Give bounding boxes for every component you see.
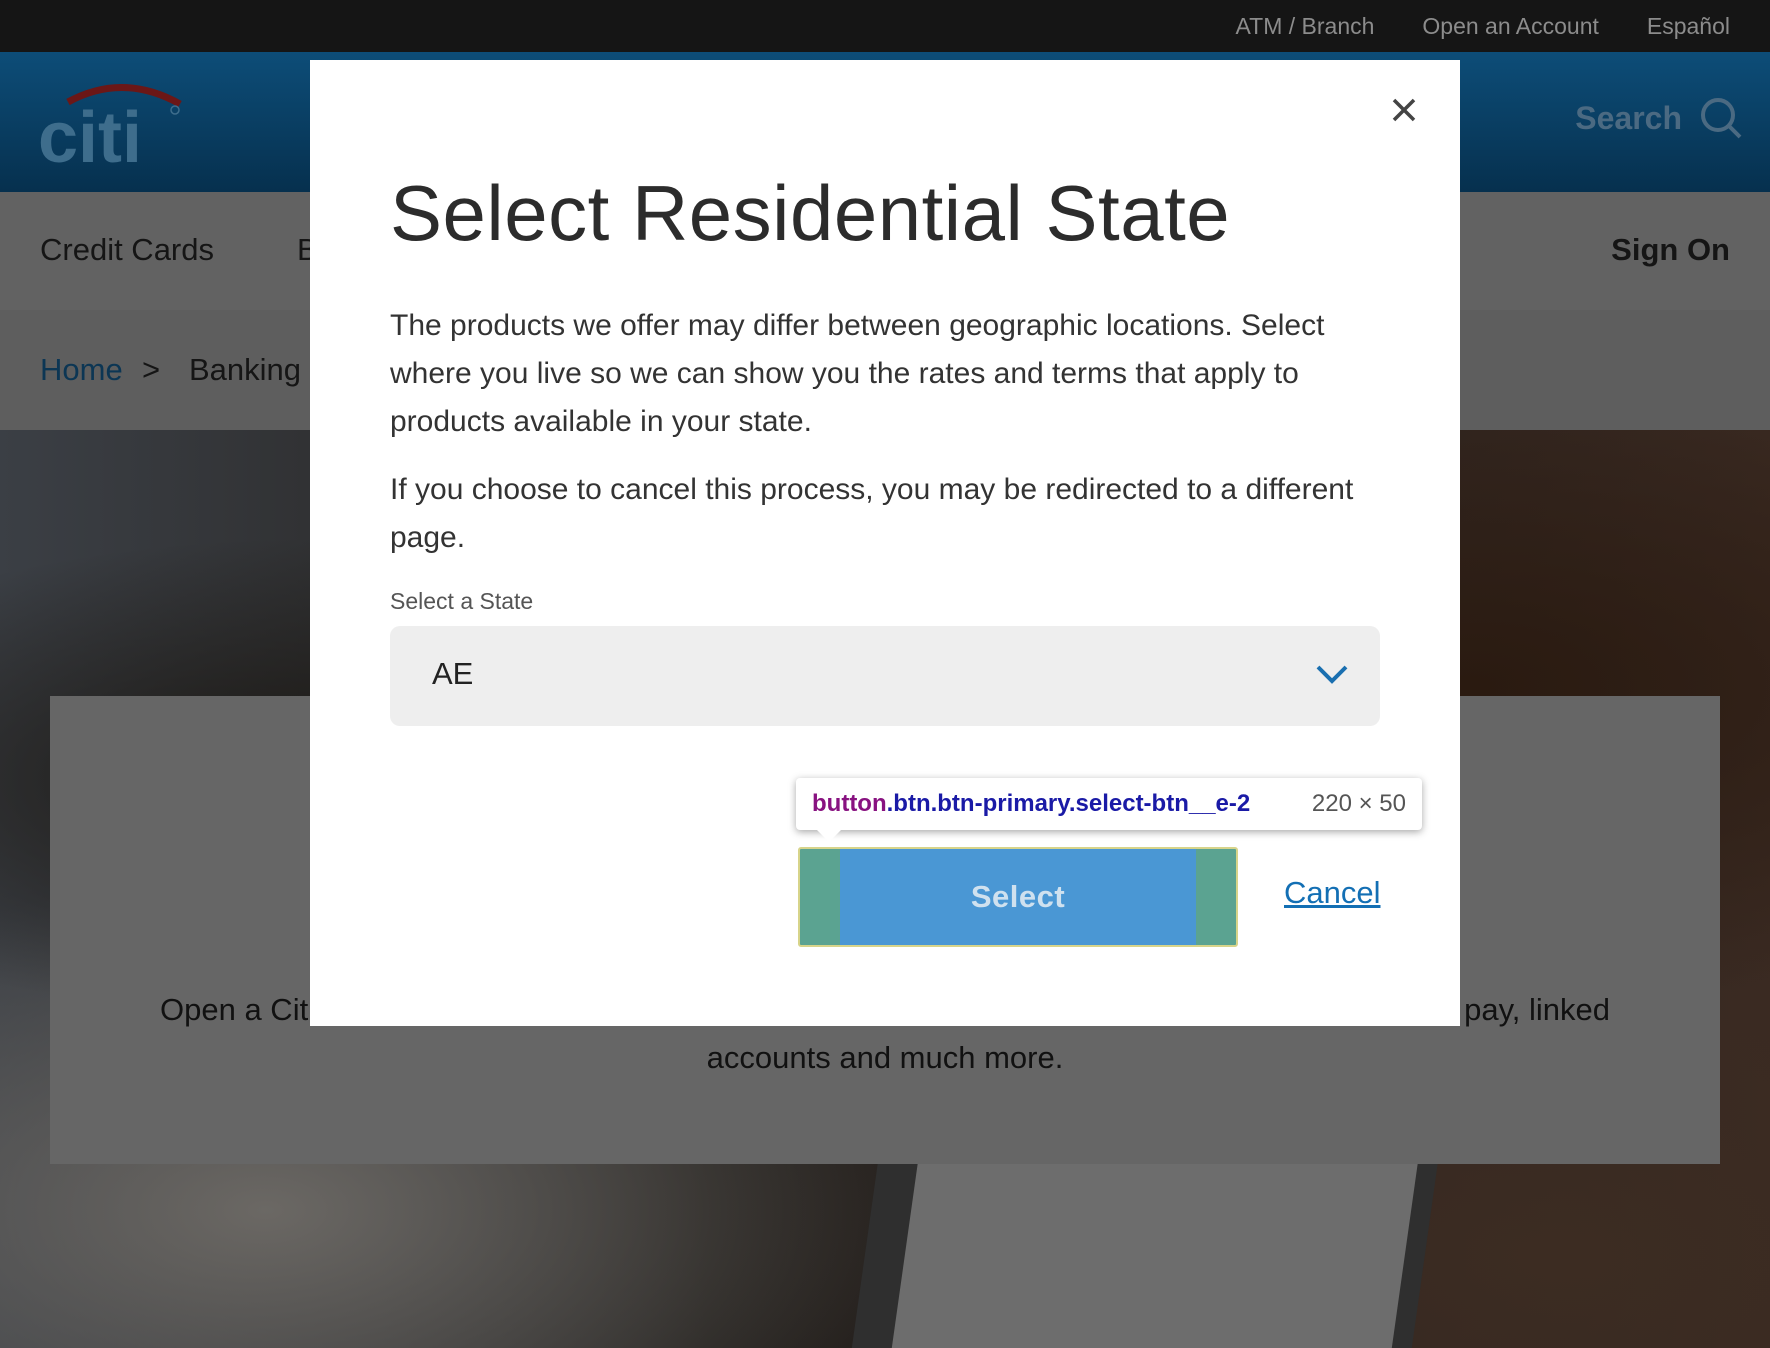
tooltip-arrow [815, 828, 843, 842]
modal-description: The products we offer may differ between… [390, 309, 1325, 438]
state-select[interactable]: AE [390, 626, 1380, 726]
tooltip-tag: button [812, 790, 887, 817]
promo-line1-right: pay, linked [1464, 992, 1610, 1027]
devtools-element-tooltip: button .btn.btn-primary.select-btn__e-2 … [796, 778, 1422, 830]
select-button-label: Select [970, 879, 1066, 914]
citi-logo-text: citi [38, 98, 142, 170]
atm-branch-link[interactable]: ATM / Branch [1236, 13, 1375, 40]
chevron-down-icon [1316, 665, 1348, 684]
close-icon[interactable] [1384, 90, 1424, 130]
tooltip-dimensions: 220 × 50 [1311, 790, 1406, 817]
cancel-link[interactable]: Cancel [1284, 875, 1381, 911]
tooltip-classes: .btn.btn-primary.select-btn__e-2 [886, 790, 1251, 817]
utility-bar: ATM / Branch Open an Account Español [0, 0, 1770, 52]
breadcrumb-banking[interactable]: Banking [189, 352, 301, 388]
state-select-modal: Select Residential State The products we… [310, 60, 1460, 1026]
open-account-link[interactable]: Open an Account [1422, 13, 1598, 40]
select-button-content: Select [840, 849, 1196, 945]
select-button[interactable]: Select [798, 847, 1238, 947]
search-icon[interactable] [1700, 97, 1742, 139]
espanol-link[interactable]: Español [1647, 13, 1730, 40]
promo-line2: accounts and much more. [706, 1040, 1064, 1075]
state-field-label: Select a State [390, 588, 534, 614]
modal-title: Select Residential State [390, 169, 1231, 257]
citi-logo[interactable]: citi [38, 80, 188, 170]
breadcrumb-home[interactable]: Home [40, 352, 123, 388]
nav-credit-cards[interactable]: Credit Cards [40, 232, 214, 268]
laptop-screen-image [891, 1160, 1419, 1348]
sign-on-link[interactable]: Sign On [1611, 232, 1730, 268]
promo-line1-left: Open a Cit [160, 992, 309, 1027]
search-area[interactable]: Search [1575, 97, 1742, 139]
search-label[interactable]: Search [1575, 100, 1682, 137]
state-select-value: AE [432, 656, 474, 691]
breadcrumb-separator: > [142, 352, 161, 387]
modal-cancel-warning: If you choose to cancel this process, yo… [390, 473, 1354, 554]
